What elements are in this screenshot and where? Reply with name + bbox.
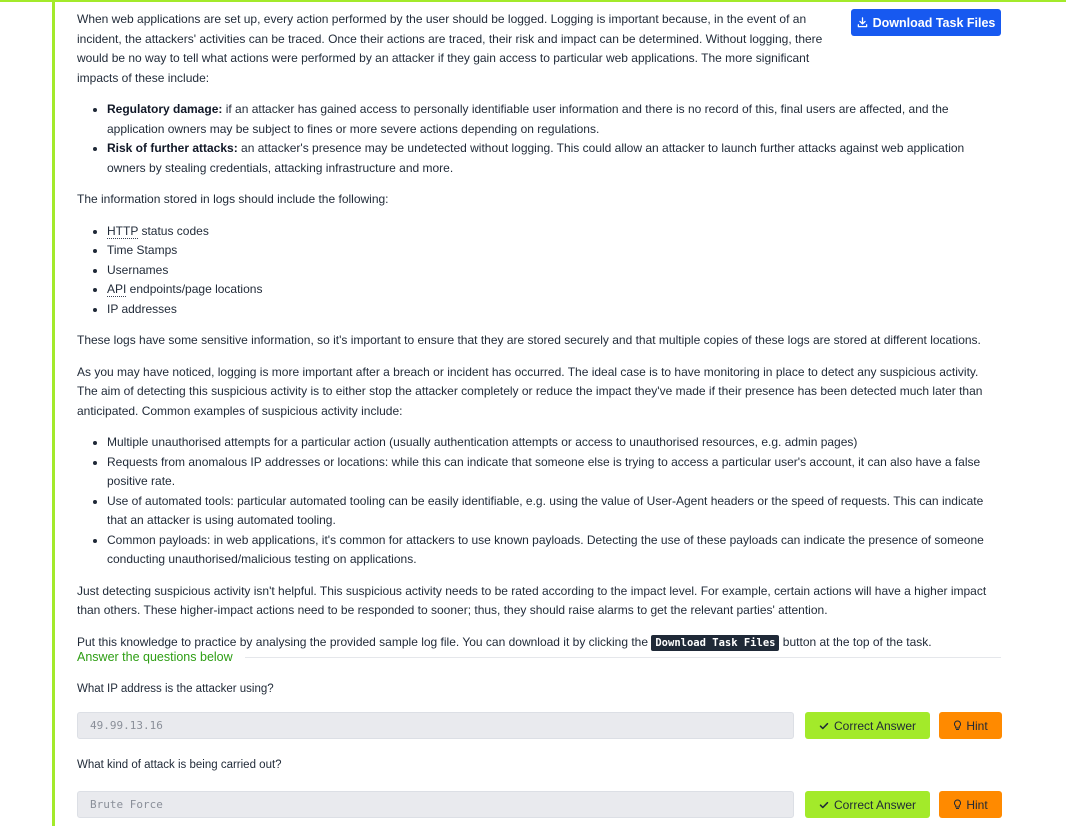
list-item: API endpoints/page locations bbox=[107, 280, 1001, 300]
answer-input[interactable]: Brute Force bbox=[77, 791, 794, 818]
list-item: IP addresses bbox=[107, 300, 1001, 320]
impact-title: Regulatory damage: bbox=[107, 102, 223, 116]
question-text: What kind of attack is being carried out… bbox=[77, 759, 282, 771]
correct-answer-button[interactable]: Correct Answer bbox=[805, 791, 930, 818]
suspicious-activity-list: Multiple unauthorised attempts for a par… bbox=[77, 433, 1001, 570]
answer-input[interactable]: 49.99.13.16 bbox=[77, 712, 794, 739]
list-item-text: endpoints/page locations bbox=[126, 282, 263, 296]
list-item: HTTP status codes bbox=[107, 222, 1001, 242]
check-icon bbox=[819, 800, 829, 810]
storage-paragraph: These logs have some sensitive informati… bbox=[77, 333, 981, 347]
task-accent-border bbox=[52, 0, 55, 826]
question-text: What IP address is the attacker using? bbox=[77, 683, 274, 695]
hint-label: Hint bbox=[966, 797, 988, 812]
impacts-list: Regulatory damage: if an attacker has ga… bbox=[77, 100, 1001, 178]
hint-button[interactable]: Hint bbox=[939, 712, 1002, 739]
rating-paragraph: Just detecting suspicious activity isn't… bbox=[77, 583, 987, 618]
practice-text: button at the top of the task. bbox=[779, 634, 932, 649]
hint-label: Hint bbox=[966, 718, 988, 733]
practice-text: Put this knowledge to practice by analys… bbox=[77, 634, 652, 649]
monitoring-paragraph: As you may have noticed, logging is more… bbox=[77, 364, 983, 418]
correct-answer-button[interactable]: Correct Answer bbox=[805, 712, 930, 739]
list-item: Multiple unauthorised attempts for a par… bbox=[107, 433, 1001, 453]
task-content: When web applications are set up, every … bbox=[77, 10, 1001, 665]
intro-paragraph: When web applications are set up, every … bbox=[77, 12, 823, 85]
list-item: Risk of further attacks: an attacker's p… bbox=[107, 139, 1001, 178]
answer-section-title: Answer the questions below bbox=[77, 650, 233, 664]
list-item: Common payloads: in web applications, it… bbox=[107, 531, 1001, 570]
log-fields-list: HTTP status codes Time Stamps Usernames … bbox=[77, 222, 1001, 320]
list-item: Time Stamps bbox=[107, 241, 1001, 261]
check-icon bbox=[819, 721, 829, 731]
impact-title: Risk of further attacks: bbox=[107, 141, 238, 155]
correct-answer-label: Correct Answer bbox=[833, 797, 917, 812]
list-item: Requests from anomalous IP addresses or … bbox=[107, 453, 1001, 492]
list-item: Regulatory damage: if an attacker has ga… bbox=[107, 100, 1001, 139]
list-item-text: status codes bbox=[138, 223, 209, 238]
list-item: Use of automated tools: particular autom… bbox=[107, 492, 1001, 531]
logs-intro-paragraph: The information stored in logs should in… bbox=[77, 192, 389, 206]
impact-text: if an attacker has gained access to pers… bbox=[107, 102, 949, 136]
correct-answer-label: Correct Answer bbox=[833, 718, 917, 733]
lightbulb-icon bbox=[953, 799, 962, 810]
list-item: Usernames bbox=[107, 261, 1001, 281]
divider bbox=[244, 656, 1001, 658]
top-accent-bar bbox=[0, 0, 1066, 2]
hint-button[interactable]: Hint bbox=[939, 791, 1002, 818]
http-abbreviation: HTTP bbox=[107, 223, 139, 239]
api-abbreviation: API bbox=[107, 282, 127, 297]
lightbulb-icon bbox=[953, 720, 962, 731]
answer-section-header: Answer the questions below bbox=[77, 648, 1001, 666]
